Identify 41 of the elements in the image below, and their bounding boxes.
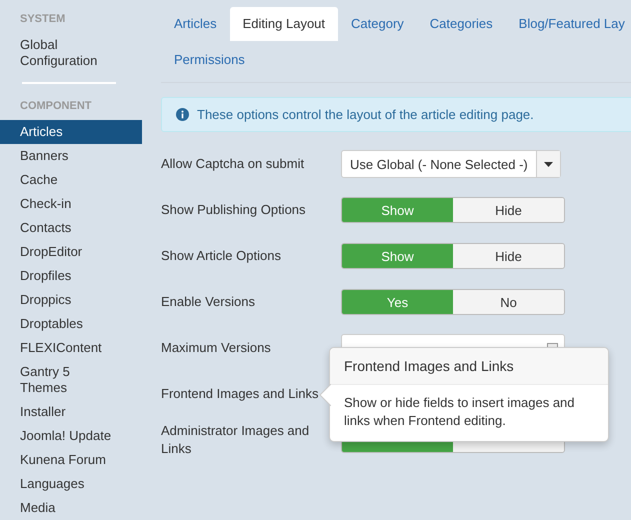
sidebar-item[interactable]: DropEditor bbox=[0, 240, 142, 264]
sidebar-item[interactable]: Articles bbox=[0, 120, 142, 144]
field-label: Show Publishing Options bbox=[161, 201, 307, 219]
field-label: Frontend Images and Links bbox=[161, 385, 319, 403]
sidebar-item[interactable]: Banners bbox=[0, 144, 142, 168]
field-label: Enable Versions bbox=[161, 293, 256, 311]
sidebar-item[interactable]: Dropfiles bbox=[0, 264, 142, 288]
sidebar-item[interactable]: Kunena Forum bbox=[0, 448, 142, 472]
sidebar-item[interactable]: Joomla! Update bbox=[0, 424, 142, 448]
toggle-option[interactable]: Hide bbox=[453, 198, 564, 222]
tab[interactable]: Articles bbox=[161, 7, 230, 41]
tab[interactable]: Editing Layout bbox=[230, 7, 338, 41]
sidebar-item[interactable]: Droptables bbox=[0, 312, 142, 336]
alert-text: These options control the layout of the article editing page. bbox=[197, 107, 534, 122]
sidebar-heading: SYSTEM bbox=[19, 12, 66, 27]
sidebar-item[interactable]: Droppics bbox=[0, 288, 142, 312]
toggle-option[interactable]: Hide bbox=[453, 244, 564, 268]
caret-icon bbox=[544, 162, 553, 166]
field-label: Show Article Options bbox=[161, 247, 282, 265]
field-label: Administrator Images and Links bbox=[161, 422, 310, 458]
tab[interactable]: Category bbox=[338, 7, 417, 41]
sidebar-item[interactable]: Languages bbox=[0, 472, 142, 496]
info-icon bbox=[176, 108, 189, 121]
tab[interactable]: Permissions bbox=[161, 43, 258, 77]
sidebar-item[interactable]: FLEXIContent bbox=[0, 336, 142, 360]
sidebar-item[interactable]: Gantry 5 Themes bbox=[0, 360, 142, 400]
sidebar-item[interactable]: Media bbox=[0, 496, 142, 520]
sidebar-item[interactable]: Installer bbox=[0, 400, 142, 424]
tab[interactable]: Blog/Featured Lay bbox=[506, 7, 631, 41]
field-label: Maximum Versions bbox=[161, 339, 272, 357]
sidebar-heading: COMPONENT bbox=[19, 99, 92, 114]
sidebar-item[interactable]: Global Configuration bbox=[0, 33, 142, 73]
field-label: Allow Captcha on submit bbox=[161, 155, 306, 173]
tooltip-title: Frontend Images and Links bbox=[330, 348, 608, 385]
sidebar-item[interactable]: Contacts bbox=[0, 216, 142, 240]
sidebar-item[interactable]: Cache bbox=[0, 168, 142, 192]
tab[interactable]: Categories bbox=[416, 7, 506, 41]
select-field[interactable]: Use Global (- None Selected -) bbox=[341, 150, 561, 178]
sidebar-item[interactable]: Check-in bbox=[0, 192, 142, 216]
tooltip-text: Show or hide fields to insert images and links when Frontend editing. bbox=[344, 395, 575, 428]
toggle-option[interactable]: No bbox=[453, 290, 564, 314]
